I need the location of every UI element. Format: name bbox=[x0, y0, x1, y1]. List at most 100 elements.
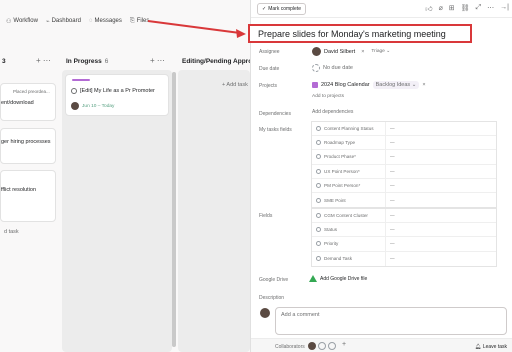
field-value[interactable]: — bbox=[386, 140, 395, 145]
google-drive-label: Google Drive bbox=[259, 277, 289, 283]
subtask-icon[interactable]: ⊞ bbox=[449, 4, 455, 13]
fields-table: CGM Content Cluster — Status — Priority — D… bbox=[311, 208, 497, 267]
collaborator-avatar[interactable] bbox=[308, 342, 316, 350]
add-task-button[interactable]: d task bbox=[4, 229, 19, 235]
toolbar-icons: 👍︎ ⌀ ⊞ ⛓︎ ⤢ ⋯ →| bbox=[425, 4, 509, 13]
field-row[interactable]: SME Point — bbox=[312, 192, 496, 208]
field-value[interactable]: — bbox=[386, 154, 395, 159]
field-row[interactable]: UX Point Person* — bbox=[312, 164, 496, 179]
field-name: CGM Content Cluster bbox=[324, 213, 368, 219]
field-type-icon bbox=[316, 197, 321, 203]
board-scrollbar[interactable] bbox=[172, 72, 176, 347]
triage-label: Triage bbox=[371, 49, 385, 54]
nav-workflow[interactable]: ⚇ Workflow bbox=[6, 18, 38, 25]
chevron-down-icon: ⌄ bbox=[386, 49, 391, 54]
field-row[interactable]: Priority — bbox=[312, 237, 496, 252]
field-type-icon bbox=[316, 126, 321, 132]
add-to-projects-link[interactable]: Add to projects bbox=[312, 94, 344, 99]
field-row[interactable]: Product Phase* — bbox=[312, 150, 496, 165]
like-icon[interactable]: 👍︎ bbox=[425, 4, 432, 13]
remove-assignee-icon[interactable]: × bbox=[361, 49, 364, 55]
collaborators-label: Collaborators bbox=[275, 344, 305, 350]
field-row[interactable]: Status — bbox=[312, 223, 496, 238]
project-nav: ⚇ Workflow ⌁ Dashboard ◌ Messages ⎘ File… bbox=[0, 12, 149, 30]
due-date-value: No due date bbox=[323, 65, 353, 71]
comment-input[interactable]: Add a comment bbox=[275, 307, 507, 335]
add-task-button[interactable]: + Add task bbox=[222, 82, 248, 88]
field-type-icon bbox=[316, 241, 321, 247]
card-color-bar bbox=[72, 79, 90, 81]
collaborator-placeholder-icon[interactable] bbox=[318, 342, 326, 350]
column-1-actions[interactable]: + ⋯ bbox=[36, 56, 51, 65]
dashboard-icon: ⌁ bbox=[45, 18, 50, 25]
nav-dashboard[interactable]: ⌁ Dashboard bbox=[46, 18, 81, 25]
field-value[interactable]: — bbox=[386, 213, 395, 218]
expand-icon[interactable]: ⤢ bbox=[476, 4, 482, 13]
complete-check-icon[interactable] bbox=[71, 88, 77, 94]
due-date-label: Due date bbox=[259, 66, 280, 72]
field-name: Content Planning Status bbox=[324, 126, 374, 132]
board-card[interactable]: Placed preordea... ent/download bbox=[0, 83, 56, 121]
field-name: SME Point bbox=[324, 197, 346, 203]
leave-task-label: Leave task bbox=[482, 344, 507, 350]
field-row[interactable]: Demand Task — bbox=[312, 251, 496, 266]
current-user-avatar bbox=[260, 308, 270, 318]
project-chip[interactable]: 2024 Blog Calendar Backlog Ideas ⌄ × bbox=[312, 81, 426, 89]
field-row[interactable]: Roadmap Type — bbox=[312, 136, 496, 151]
remove-project-icon[interactable]: × bbox=[422, 82, 425, 88]
field-value[interactable]: — bbox=[386, 183, 395, 188]
my-fields-label: My tasks fields bbox=[259, 127, 292, 133]
board-card[interactable]: fflict resolution bbox=[0, 170, 56, 222]
leave-task-button[interactable]: 🔔︎ Leave task bbox=[475, 344, 507, 350]
my-fields-table: Content Planning Status — Roadmap Type — P… bbox=[311, 121, 497, 209]
add-google-drive-button[interactable]: Add Google Drive file bbox=[309, 275, 367, 282]
board-card[interactable]: ger hiring processes bbox=[0, 128, 56, 164]
field-value[interactable]: — bbox=[386, 256, 395, 261]
field-row[interactable]: PM Point Person* — bbox=[312, 178, 496, 193]
link-icon[interactable]: ⛓︎ bbox=[461, 4, 470, 13]
nav-files-label: Files bbox=[136, 18, 150, 24]
dependencies-label: Dependencies bbox=[259, 111, 291, 117]
field-value[interactable]: — bbox=[386, 169, 395, 174]
field-value[interactable]: — bbox=[386, 241, 395, 246]
field-row[interactable]: CGM Content Cluster — bbox=[312, 209, 496, 224]
in-progress-card[interactable]: [Edit] My Life as a Pr Promoter Jun 10 –… bbox=[65, 74, 169, 116]
column-2-actions[interactable]: + ⋯ bbox=[150, 56, 165, 65]
nav-messages[interactable]: ◌ Messages bbox=[89, 18, 122, 24]
field-name: Demand Task bbox=[324, 256, 353, 262]
more-icon[interactable]: ⋯ bbox=[487, 4, 494, 13]
card-title: [Edit] My Life as a Pr Promoter bbox=[80, 88, 155, 94]
assignee-name: David Silbert bbox=[324, 48, 356, 55]
check-icon: ✓ bbox=[262, 6, 267, 12]
nav-files[interactable]: ⎘ Files bbox=[130, 18, 149, 25]
field-name: Product Phase* bbox=[324, 154, 356, 160]
column-in-progress-header: In Progress 6 bbox=[66, 58, 108, 65]
field-value[interactable]: — bbox=[386, 227, 395, 232]
pane-toolbar: ✓ Mark complete 👍︎ ⌀ ⊞ ⛓︎ ⤢ ⋯ →| bbox=[251, 0, 512, 18]
column-editing bbox=[178, 70, 250, 352]
add-dependencies-link[interactable]: Add dependencies bbox=[312, 109, 353, 115]
google-drive-icon bbox=[309, 275, 317, 282]
field-type-icon bbox=[316, 213, 321, 219]
field-name: UX Point Person* bbox=[324, 168, 360, 174]
assignee-field[interactable]: David Silbert × Triage ⌄ bbox=[312, 47, 390, 56]
add-collaborator-icon[interactable]: + bbox=[342, 341, 346, 348]
due-date-field[interactable]: No due date bbox=[312, 64, 353, 72]
projects-label: Projects bbox=[259, 83, 278, 89]
section-dropdown[interactable]: Backlog Ideas ⌄ bbox=[372, 81, 420, 89]
field-type-icon bbox=[316, 140, 321, 146]
field-type-icon bbox=[316, 182, 321, 188]
collaborator-placeholder-icon[interactable] bbox=[328, 342, 336, 350]
triage-dropdown[interactable]: Triage ⌄ bbox=[371, 49, 390, 54]
field-type-icon bbox=[316, 256, 321, 262]
field-value[interactable]: — bbox=[386, 198, 395, 203]
card-title: fflict resolution bbox=[1, 187, 37, 193]
assignee-label: Assignee bbox=[259, 49, 280, 55]
close-pane-icon[interactable]: →| bbox=[500, 4, 509, 13]
field-row[interactable]: Content Planning Status — bbox=[312, 122, 496, 137]
field-value[interactable]: — bbox=[386, 126, 395, 131]
task-title[interactable]: Prepare slides for Monday's marketing me… bbox=[248, 24, 472, 43]
attachment-icon[interactable]: ⌀ bbox=[439, 4, 443, 13]
mark-complete-button[interactable]: ✓ Mark complete bbox=[257, 3, 306, 15]
project-name: 2024 Blog Calendar bbox=[321, 82, 370, 88]
